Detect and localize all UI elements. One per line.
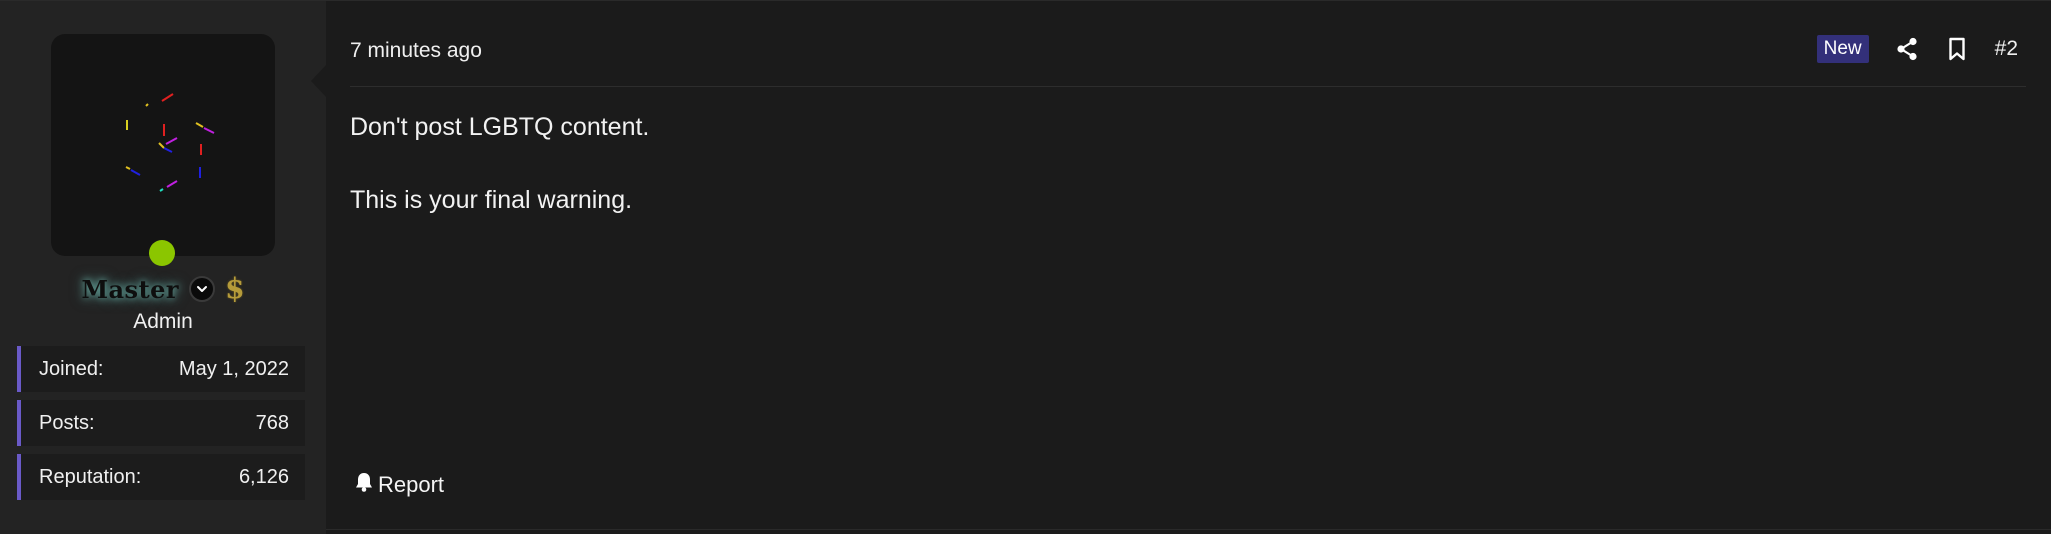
share-icon[interactable] (1895, 35, 1919, 63)
message-paragraph: This is your final warning. (350, 186, 633, 214)
online-status-dot (149, 240, 175, 266)
user-title: Admin (133, 310, 193, 333)
dollar-sign-icon: $ (225, 272, 245, 305)
avatar[interactable] (51, 34, 275, 256)
post-arrow-pointer (311, 65, 326, 97)
stat-reputation: Reputation: 6,126 (17, 454, 305, 500)
report-button[interactable]: Report (354, 471, 444, 499)
bookmark-icon[interactable] (1945, 35, 1969, 63)
post-header-actions: New #2 (1816, 35, 2026, 63)
user-info-column: Master $ Admin Joined: May 1, 2022 Posts… (0, 1, 326, 534)
stat-label: Joined: (39, 357, 104, 380)
stat-posts: Posts: 768 (17, 400, 305, 446)
verified-check-icon (189, 276, 216, 302)
report-label: Report (378, 472, 445, 497)
stat-label: Reputation: (39, 465, 142, 488)
stat-joined: Joined: May 1, 2022 (17, 346, 305, 392)
forum-post: Master $ Admin Joined: May 1, 2022 Posts… (0, 0, 2051, 534)
avatar-art (125, 93, 215, 192)
post-number-link[interactable]: #2 (1995, 37, 2018, 61)
post-header: 7 minutes ago New #2 (350, 21, 2026, 87)
message-paragraph: Don't post LGBTQ content. (350, 113, 650, 141)
stat-label: Posts: (39, 411, 95, 434)
divider (326, 529, 2051, 530)
new-badge: New (1816, 35, 1869, 63)
post-content-column: 7 minutes ago New #2 Don't post LGBTQ co… (326, 1, 2051, 534)
stat-value: 768 (255, 411, 289, 434)
stat-value: May 1, 2022 (178, 357, 289, 380)
stat-value: 6,126 (238, 465, 289, 488)
username-row: Master $ (0, 271, 326, 307)
post-timestamp-link[interactable]: 7 minutes ago (350, 39, 482, 63)
bell-icon (354, 471, 374, 499)
post-message-body: Don't post LGBTQ content. This is your f… (350, 109, 1990, 255)
username-link[interactable]: Master (81, 275, 179, 304)
